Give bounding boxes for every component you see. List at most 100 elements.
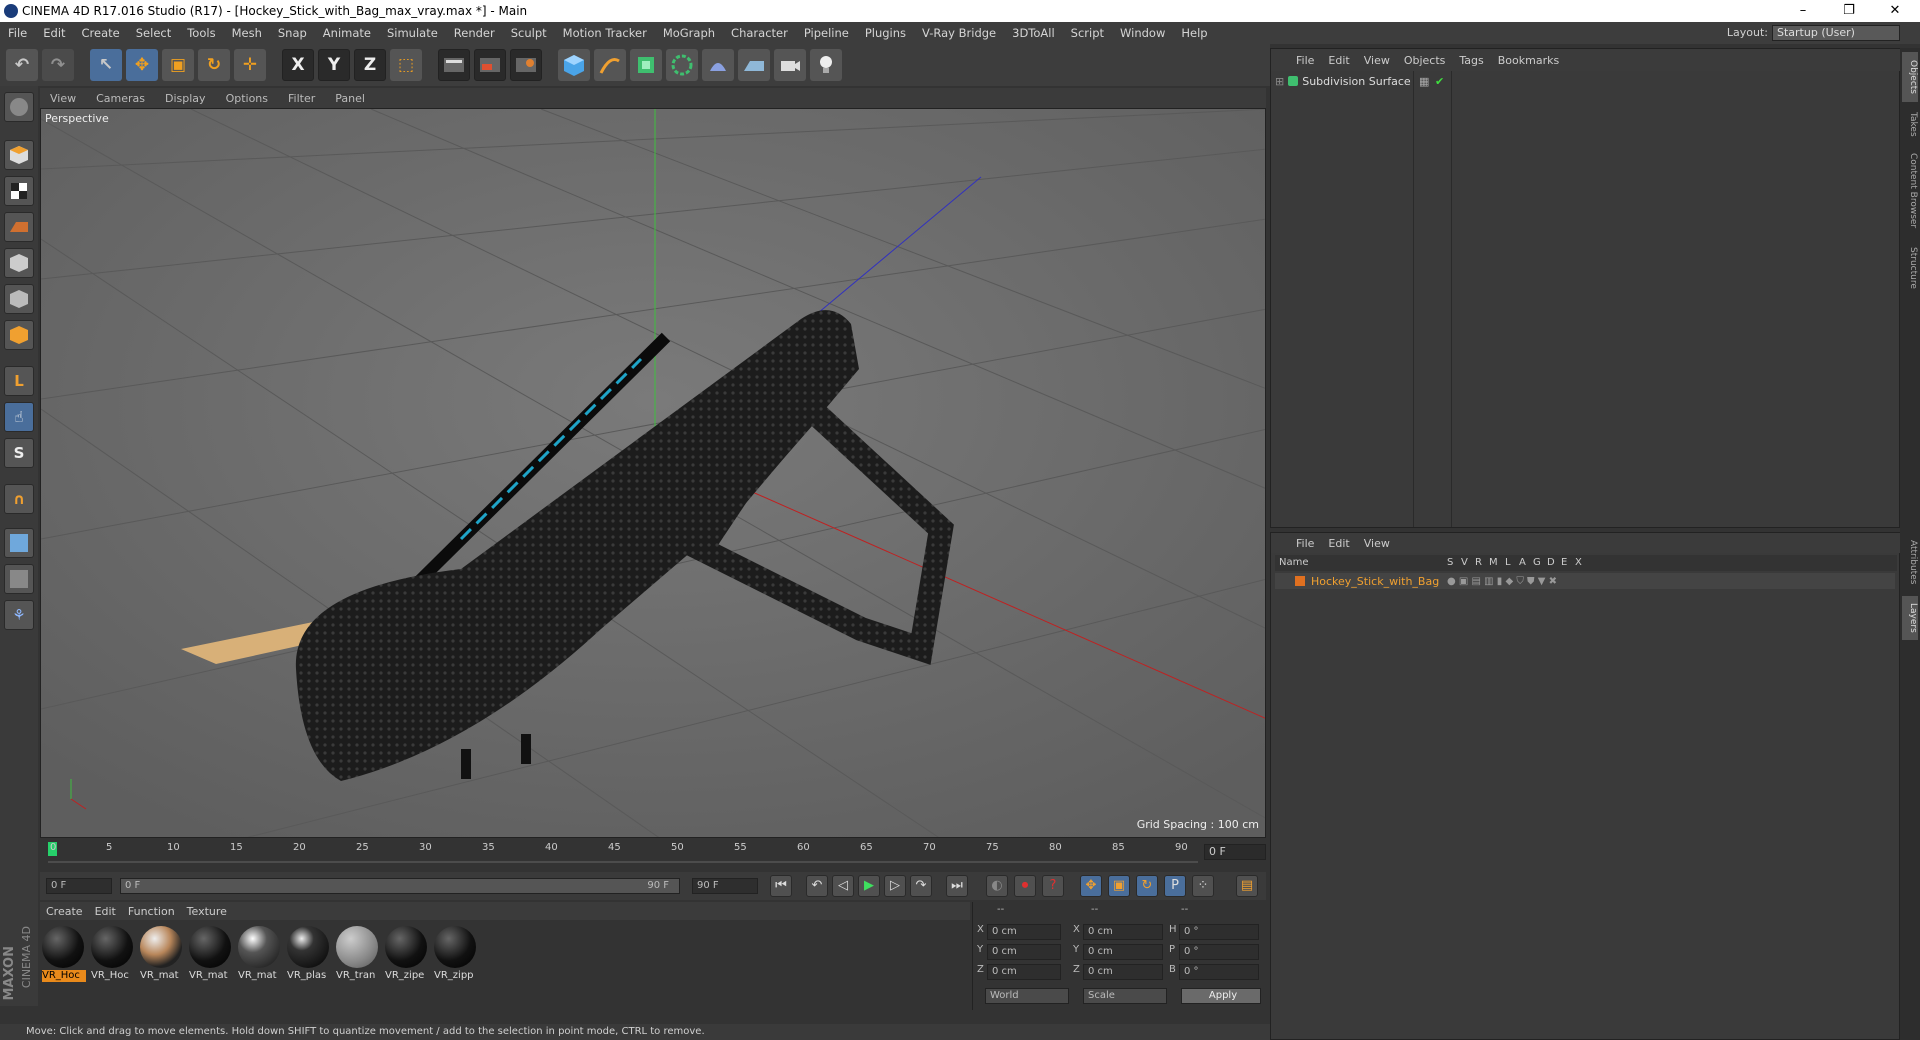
- snap-icon[interactable]: S: [4, 438, 34, 468]
- material-swatch[interactable]: VR_tran: [336, 926, 380, 984]
- key-position-icon[interactable]: ✥: [1080, 875, 1102, 897]
- material-menu-function[interactable]: Function: [122, 905, 181, 918]
- menu-mograph[interactable]: MoGraph: [655, 26, 723, 40]
- points-mode-icon[interactable]: [4, 248, 34, 278]
- menu-tools[interactable]: Tools: [179, 26, 223, 40]
- enabled-check-icon[interactable]: ✔: [1435, 75, 1444, 88]
- material-menu-edit[interactable]: Edit: [89, 905, 122, 918]
- tab-attributes[interactable]: Attributes: [1902, 532, 1918, 592]
- coordinate-system-button[interactable]: ⬚: [390, 49, 422, 81]
- start-frame-field[interactable]: 0 F: [46, 878, 112, 894]
- add-tool-button[interactable]: ✛: [234, 49, 266, 81]
- tweak-mode-icon[interactable]: ☝: [4, 402, 34, 432]
- move-tool-button[interactable]: ✥: [126, 49, 158, 81]
- material-swatch[interactable]: VR_Hoc: [42, 926, 86, 984]
- material-swatch[interactable]: VR_mat: [189, 926, 233, 984]
- tab-objects[interactable]: Objects: [1902, 52, 1918, 102]
- end-frame-field[interactable]: 90 F: [692, 878, 758, 894]
- material-swatch[interactable]: VR_mat: [140, 926, 184, 984]
- subdivision-surface-icon[interactable]: [630, 49, 662, 81]
- edges-mode-icon[interactable]: [4, 284, 34, 314]
- layer-menu-edit[interactable]: Edit: [1321, 537, 1356, 550]
- rotation-h-field[interactable]: 0 °: [1179, 924, 1259, 940]
- layer-menu-file[interactable]: File: [1289, 537, 1321, 550]
- render-view-icon[interactable]: [438, 49, 470, 81]
- menu-mesh[interactable]: Mesh: [224, 26, 270, 40]
- object-menu-objects[interactable]: Objects: [1397, 54, 1453, 67]
- cube-object-icon[interactable]: [558, 49, 590, 81]
- menu-animate[interactable]: Animate: [315, 26, 379, 40]
- workplane-mode-icon[interactable]: [4, 212, 34, 242]
- key-scale-icon[interactable]: ▣: [1108, 875, 1130, 897]
- expand-icon[interactable]: ⊞: [1275, 75, 1284, 88]
- magnet-icon[interactable]: ∩: [4, 484, 34, 514]
- viewport-menu-panel[interactable]: Panel: [325, 92, 375, 105]
- timeline-window-icon[interactable]: ▤: [1236, 875, 1258, 897]
- object-menu-view[interactable]: View: [1357, 54, 1397, 67]
- render-settings-icon[interactable]: [510, 49, 542, 81]
- menu-edit[interactable]: Edit: [35, 26, 73, 40]
- rotation-b-field[interactable]: 0 °: [1179, 964, 1259, 980]
- play-icon[interactable]: ▶: [858, 875, 880, 897]
- make-editable-icon[interactable]: [4, 92, 34, 122]
- position-y-field[interactable]: 0 cm: [987, 944, 1061, 960]
- menu-select[interactable]: Select: [128, 26, 179, 40]
- layer-menu-view[interactable]: View: [1357, 537, 1397, 550]
- light-icon[interactable]: [810, 49, 842, 81]
- object-menu-bookmarks[interactable]: Bookmarks: [1491, 54, 1566, 67]
- menu-sculpt[interactable]: Sculpt: [503, 26, 555, 40]
- lock-workplane-icon[interactable]: [4, 528, 34, 558]
- rotation-p-field[interactable]: 0 °: [1179, 944, 1259, 960]
- next-key-icon[interactable]: ↷: [910, 875, 932, 897]
- key-rotation-icon[interactable]: ↻: [1136, 875, 1158, 897]
- render-picture-viewer-icon[interactable]: [474, 49, 506, 81]
- menu-3dtoall[interactable]: 3DToAll: [1004, 26, 1063, 40]
- scale-tool-button[interactable]: ▣: [162, 49, 194, 81]
- rotate-tool-button[interactable]: ↻: [198, 49, 230, 81]
- material-swatch[interactable]: VR_zipp: [434, 926, 478, 984]
- texture-mode-icon[interactable]: [4, 176, 34, 206]
- apply-button[interactable]: Apply: [1181, 988, 1261, 1004]
- previous-key-icon[interactable]: ↶: [806, 875, 828, 897]
- next-frame-icon[interactable]: ▷: [884, 875, 906, 897]
- current-frame-field[interactable]: 0 F: [1204, 844, 1266, 860]
- frame-range-slider[interactable]: 0 F 90 F: [120, 878, 680, 894]
- python-icon[interactable]: ⚘: [4, 600, 34, 630]
- menu-render[interactable]: Render: [446, 26, 503, 40]
- material-menu-texture[interactable]: Texture: [181, 905, 233, 918]
- menu-create[interactable]: Create: [74, 26, 128, 40]
- size-x-field[interactable]: 0 cm: [1083, 924, 1163, 940]
- maximize-button[interactable]: ❐: [1826, 0, 1872, 22]
- tab-structure[interactable]: Structure: [1902, 240, 1918, 296]
- menu-simulate[interactable]: Simulate: [379, 26, 446, 40]
- material-swatch[interactable]: VR_zipe: [385, 926, 429, 984]
- menu-pipeline[interactable]: Pipeline: [796, 26, 857, 40]
- menu-file[interactable]: File: [0, 26, 35, 40]
- menu-character[interactable]: Character: [723, 26, 796, 40]
- viewport-menu-display[interactable]: Display: [155, 92, 216, 105]
- position-x-field[interactable]: 0 cm: [987, 924, 1061, 940]
- pen-spline-icon[interactable]: [594, 49, 626, 81]
- select-tool-button[interactable]: ↖: [90, 49, 122, 81]
- material-swatch[interactable]: VR_Hoc: [91, 926, 135, 984]
- deformer-icon[interactable]: [702, 49, 734, 81]
- minimize-button[interactable]: –: [1780, 0, 1826, 22]
- viewport-menu-view[interactable]: View: [40, 92, 86, 105]
- object-menu-tags[interactable]: Tags: [1452, 54, 1490, 67]
- planar-workplane-icon[interactable]: [4, 564, 34, 594]
- polygons-mode-icon[interactable]: [4, 320, 34, 350]
- object-name[interactable]: Subdivision Surface: [1302, 75, 1410, 88]
- x-axis-button[interactable]: X: [282, 49, 314, 81]
- material-menu-create[interactable]: Create: [40, 905, 89, 918]
- menu-vray-bridge[interactable]: V-Ray Bridge: [914, 26, 1004, 40]
- layer-name[interactable]: Hockey_Stick_with_Bag: [1311, 575, 1439, 588]
- viewport-menu-options[interactable]: Options: [216, 92, 278, 105]
- axis-mode-icon[interactable]: L: [4, 366, 34, 396]
- viewport-menu-filter[interactable]: Filter: [278, 92, 325, 105]
- visibility-icon[interactable]: ▦: [1419, 75, 1429, 88]
- go-to-end-icon[interactable]: ⏭: [946, 875, 968, 897]
- record-disabled-icon[interactable]: ◐: [986, 875, 1008, 897]
- autokey-icon[interactable]: ?: [1042, 875, 1064, 897]
- floor-object-icon[interactable]: [738, 49, 770, 81]
- model-mode-icon[interactable]: [4, 140, 34, 170]
